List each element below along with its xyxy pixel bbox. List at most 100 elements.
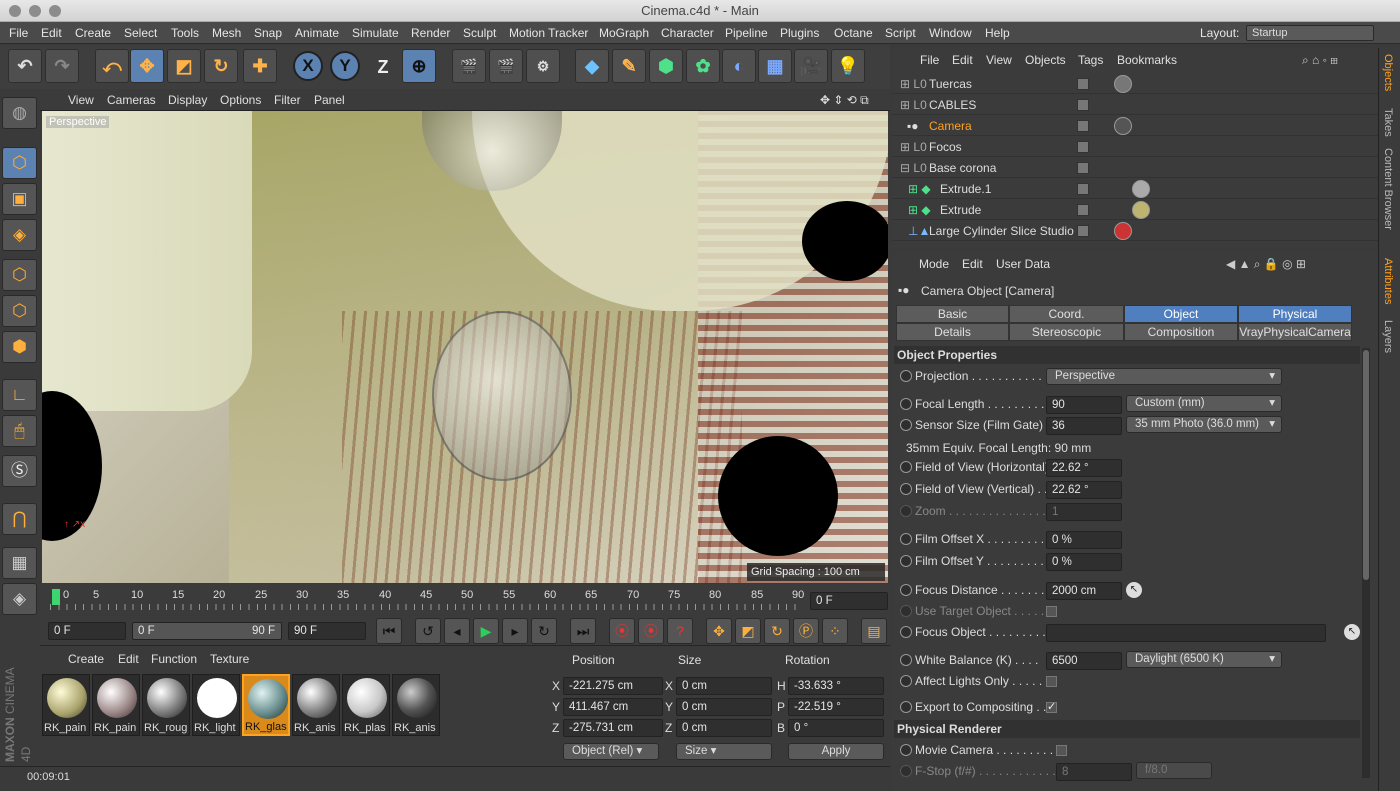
rotation-p-field[interactable]: -22.519 ° xyxy=(788,698,884,716)
viewport-menu-filter[interactable]: Filter xyxy=(274,93,301,107)
menu-help[interactable]: Help xyxy=(985,26,1010,40)
size-y-field[interactable]: 0 cm xyxy=(676,698,772,716)
animate-radio[interactable] xyxy=(900,370,912,382)
x-axis-lock-button[interactable]: X xyxy=(293,51,323,81)
render-settings-icon[interactable]: ⚙ xyxy=(526,49,560,83)
cube-icon[interactable]: ◆ xyxy=(575,49,609,83)
animate-radio[interactable] xyxy=(900,626,912,638)
animate-radio[interactable] xyxy=(900,461,912,473)
y-axis-lock-button[interactable]: Y xyxy=(330,51,360,81)
next-key-icon[interactable]: ↻ xyxy=(531,618,557,644)
menu-window[interactable]: Window xyxy=(929,26,972,40)
material-swatch[interactable]: RK_pain xyxy=(42,674,90,736)
material-menu-edit[interactable]: Edit xyxy=(118,652,139,666)
viewport-menu-display[interactable]: Display xyxy=(168,93,207,107)
pick-focus-arrow-icon[interactable]: ↖ xyxy=(1126,582,1142,598)
animate-radio[interactable] xyxy=(900,419,912,431)
perspective-viewport[interactable]: Perspective Grid Spacing : 100 cm ↑ ↗x xyxy=(42,111,888,583)
menu-tools[interactable]: Tools xyxy=(171,26,199,40)
current-frame-field[interactable]: 0 F xyxy=(810,592,888,610)
position-z-field[interactable]: -275.731 cm xyxy=(563,719,663,737)
material-tag-icon[interactable] xyxy=(1114,75,1132,93)
size-mode-dropdown[interactable]: Size ▾ xyxy=(676,743,772,760)
animate-radio[interactable] xyxy=(900,605,912,617)
menu-create[interactable]: Create xyxy=(75,26,111,40)
model-mode-icon[interactable]: ⬡ xyxy=(2,147,37,179)
attr-menu-user-data[interactable]: User Data xyxy=(996,257,1050,271)
animate-radio[interactable] xyxy=(900,701,912,713)
focal-length-preset-dropdown[interactable]: Custom (mm) ▾ xyxy=(1126,395,1282,412)
material-swatch[interactable]: RK_light xyxy=(192,674,240,736)
material-menu-texture[interactable]: Texture xyxy=(210,652,249,666)
key-rotation-icon[interactable]: ↻ xyxy=(764,618,790,644)
object-menu-tags[interactable]: Tags xyxy=(1078,53,1103,67)
visibility-toggle[interactable] xyxy=(1077,204,1089,216)
viewport-pan-icon[interactable]: ✥ ⇕ ⟲ ⧉ xyxy=(820,93,869,108)
rotation-h-field[interactable]: -33.633 ° xyxy=(788,677,884,695)
menu-mesh[interactable]: Mesh xyxy=(212,26,241,40)
timeline-ruler[interactable]: 0 5 10 15 20 25 30 35 40 45 50 55 60 65 … xyxy=(40,584,890,616)
attr-menu-mode[interactable]: Mode xyxy=(919,257,949,271)
material-swatch-selected[interactable]: RK_glas xyxy=(242,674,290,736)
menu-pipeline[interactable]: Pipeline xyxy=(725,26,768,40)
visibility-toggle[interactable] xyxy=(1077,225,1089,237)
visibility-toggle[interactable] xyxy=(1077,120,1089,132)
viewport-menu-cameras[interactable]: Cameras xyxy=(107,93,156,107)
visibility-toggle[interactable] xyxy=(1077,78,1089,90)
menu-sculpt[interactable]: Sculpt xyxy=(463,26,496,40)
film-offset-x-field[interactable]: 0 % xyxy=(1046,531,1122,549)
position-y-field[interactable]: 411.467 cm xyxy=(563,698,663,716)
previous-key-icon[interactable]: ↺ xyxy=(415,618,441,644)
material-swatch[interactable]: RK_roug xyxy=(142,674,190,736)
tab-object[interactable]: Object xyxy=(1124,305,1238,323)
sensor-size-preset-dropdown[interactable]: 35 mm Photo (36.0 mm) ▾ xyxy=(1126,416,1282,433)
edges-mode-icon[interactable]: ⬡ xyxy=(2,295,37,327)
play-forwards-icon[interactable]: ▶ xyxy=(473,618,499,644)
object-row[interactable]: ⊞ ◆ Extrude.1 xyxy=(892,179,1378,199)
viewport-menu-view[interactable]: View xyxy=(68,93,94,107)
object-row-selected[interactable]: ▪● Camera xyxy=(892,116,1378,136)
viewport-menu-panel[interactable]: Panel xyxy=(314,93,345,107)
menu-edit[interactable]: Edit xyxy=(41,26,62,40)
white-balance-preset-dropdown[interactable]: Daylight (6500 K) ▾ xyxy=(1126,651,1282,668)
menu-file[interactable]: File xyxy=(9,26,28,40)
z-axis-lock-button[interactable]: Z xyxy=(366,51,400,85)
position-x-field[interactable]: -221.275 cm xyxy=(563,677,663,695)
side-tab-layers[interactable]: Layers xyxy=(1382,320,1394,353)
object-row[interactable]: ⊞ L0 Tuercas xyxy=(892,74,1378,94)
f-stop-preset-dropdown[interactable]: f/8.0 xyxy=(1136,762,1212,779)
fov-horizontal-field[interactable]: 22.62 ° xyxy=(1046,459,1122,477)
magnet-snap-icon[interactable]: ⋂ xyxy=(2,503,37,535)
sensor-size-field[interactable]: 36 xyxy=(1046,417,1122,435)
object-menu-edit[interactable]: Edit xyxy=(952,53,973,67)
scrollbar-thumb[interactable] xyxy=(1363,350,1369,580)
menu-select[interactable]: Select xyxy=(124,26,157,40)
material-swatch[interactable]: RK_plas xyxy=(342,674,390,736)
menu-snap[interactable]: Snap xyxy=(254,26,282,40)
visibility-toggle[interactable] xyxy=(1077,99,1089,111)
material-swatch[interactable]: RK_anis xyxy=(392,674,440,736)
tab-physical[interactable]: Physical xyxy=(1238,305,1352,323)
timeline-window-icon[interactable]: ▤ xyxy=(861,618,887,644)
scale-tool-icon[interactable]: ◩ xyxy=(167,49,201,83)
points-mode-icon[interactable]: ⬡ xyxy=(2,259,37,291)
coordinate-system-icon[interactable]: ⊕ xyxy=(402,49,436,83)
tab-details[interactable]: Details xyxy=(896,323,1009,341)
previous-frame-icon[interactable]: ◂ xyxy=(444,618,470,644)
tab-basic[interactable]: Basic xyxy=(896,305,1009,323)
animate-radio[interactable] xyxy=(900,398,912,410)
menu-plugins[interactable]: Plugins xyxy=(780,26,819,40)
animate-radio[interactable] xyxy=(900,765,912,777)
material-tag-icon[interactable] xyxy=(1132,201,1150,219)
projection-dropdown[interactable]: Perspective ▾ xyxy=(1046,368,1282,385)
material-swatch[interactable]: RK_pain xyxy=(92,674,140,736)
rotation-b-field[interactable]: 0 ° xyxy=(788,719,884,737)
size-x-field[interactable]: 0 cm xyxy=(676,677,772,695)
deformer-icon[interactable]: ◐ xyxy=(722,49,756,83)
pick-object-arrow-icon[interactable]: ↖ xyxy=(1344,624,1360,640)
side-tab-attributes[interactable]: Attributes xyxy=(1382,258,1394,304)
timeline-playhead[interactable] xyxy=(52,589,60,605)
object-menu-bookmarks[interactable]: Bookmarks xyxy=(1117,53,1177,67)
menu-character[interactable]: Character xyxy=(661,26,714,40)
record-keys-icon[interactable]: ⦿ xyxy=(609,618,635,644)
